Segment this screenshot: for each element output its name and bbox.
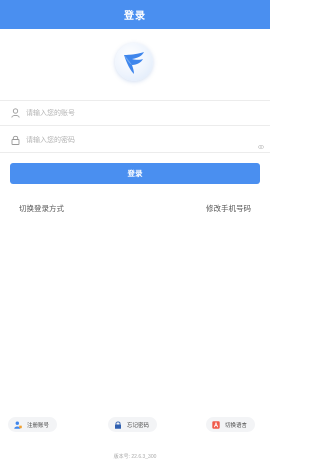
account-field[interactable]: 请输入您的账号: [0, 100, 270, 126]
login-button[interactable]: 登录: [10, 163, 260, 184]
change-phone-number-link[interactable]: 修改手机号码: [206, 203, 251, 214]
password-field[interactable]: 请输入您的密码: [0, 127, 270, 153]
version-text: 版本号: 22.6.3_300: [113, 454, 157, 460]
switch-language-button[interactable]: 切换语言: [206, 417, 256, 432]
language-icon: [212, 420, 220, 429]
register-account-label: 注册账号: [27, 422, 50, 429]
bird-logo-icon: [124, 52, 144, 74]
account-input[interactable]: 请输入您的账号: [26, 108, 75, 118]
lock-icon: [114, 421, 122, 429]
lock-icon: [10, 135, 20, 145]
user-icon: [10, 108, 20, 118]
app-logo: [115, 43, 153, 81]
register-user-icon: [14, 421, 22, 429]
page-title: 登录: [124, 11, 146, 22]
switch-language-label: 切换语言: [225, 422, 248, 429]
top-bar: 登录: [0, 0, 270, 29]
register-account-button[interactable]: 注册账号: [8, 417, 58, 432]
switch-login-method-link[interactable]: 切换登录方式: [19, 203, 64, 214]
forgot-password-label: 忘记密码: [127, 422, 150, 429]
forgot-password-button[interactable]: 忘记密码: [108, 417, 158, 432]
eye-icon[interactable]: [258, 137, 264, 149]
password-input[interactable]: 请输入您的密码: [26, 135, 75, 145]
